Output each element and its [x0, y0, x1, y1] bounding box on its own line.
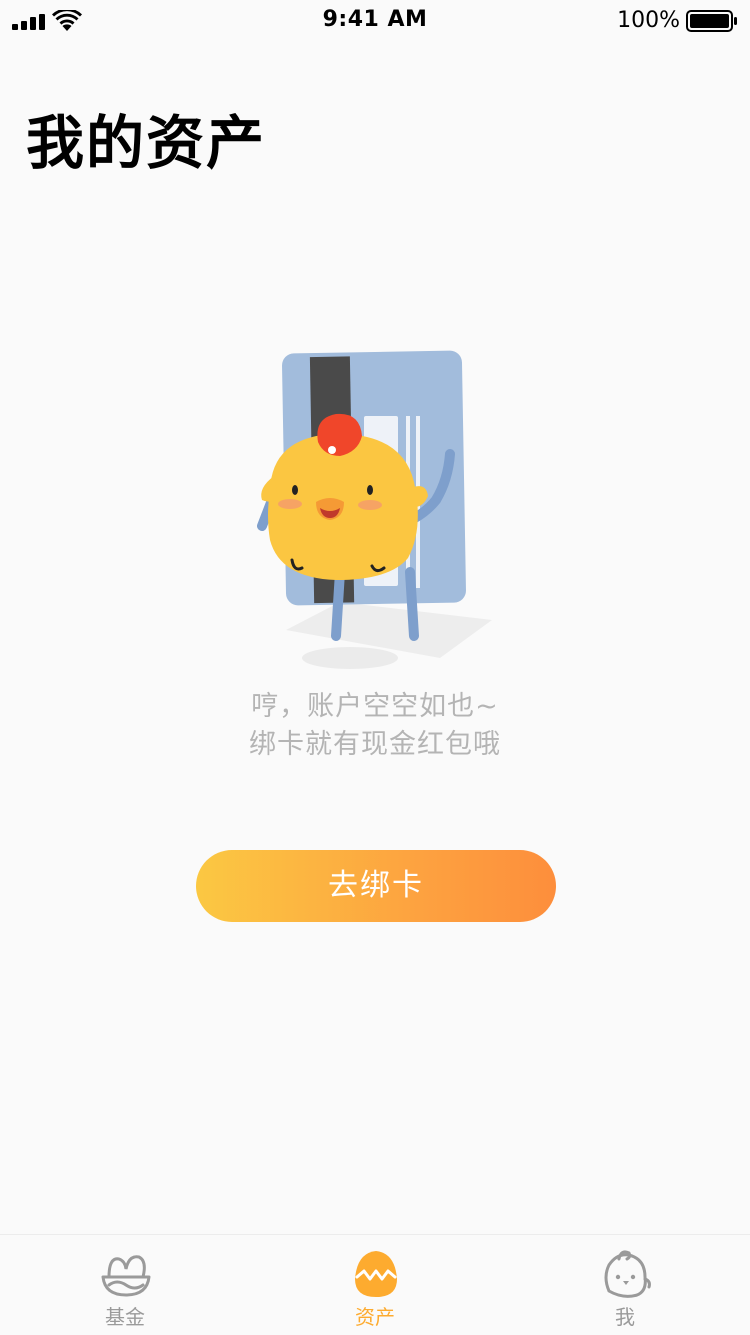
empty-state-line-1: 哼，账户空空如也~: [251, 691, 499, 722]
empty-state-line-2: 绑卡就有现金红包哦: [249, 729, 501, 760]
fund-basket-icon: [101, 1255, 151, 1297]
page-title: 我的资产: [26, 109, 267, 177]
empty-state-message: 哼，账户空空如也~ 绑卡就有现金红包哦: [0, 688, 750, 764]
status-bar: 9:41 AM 100%: [0, 0, 750, 40]
tab-assets[interactable]: 资产: [250, 1235, 500, 1335]
tab-fund[interactable]: 基金: [0, 1235, 250, 1335]
bind-card-button[interactable]: 去绑卡: [196, 850, 556, 922]
tab-fund-label: 基金: [105, 1305, 145, 1329]
chick-card-illustration: [257, 350, 492, 669]
tab-me-label: 我: [615, 1305, 635, 1329]
tab-bar: 基金 资产 我: [0, 1234, 750, 1335]
battery-percent: 100%: [617, 8, 680, 33]
chick-face-icon: [604, 1250, 651, 1298]
egg-icon: [355, 1251, 397, 1297]
tab-assets-label: 资产: [355, 1305, 395, 1329]
battery-icon: [686, 10, 737, 32]
tab-me[interactable]: 我: [500, 1235, 750, 1335]
